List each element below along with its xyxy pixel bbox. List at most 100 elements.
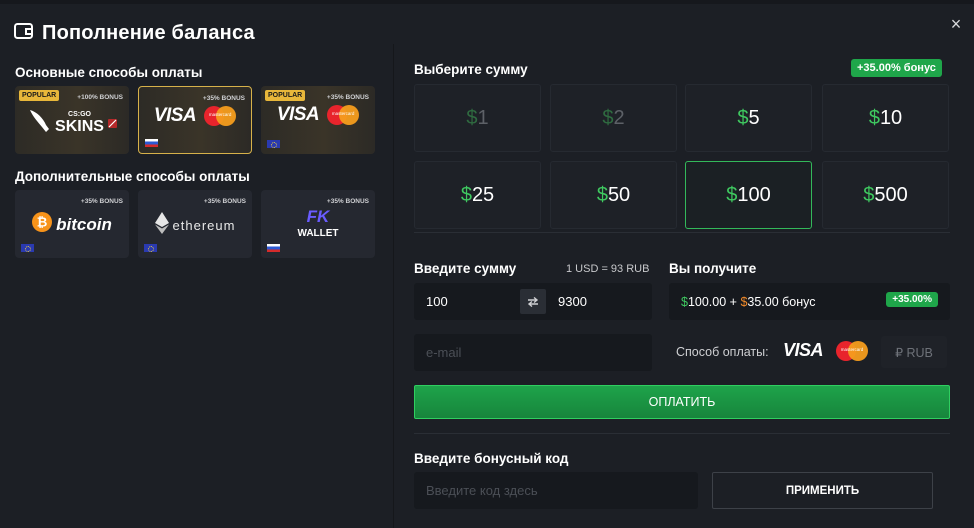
deposit-modal: Пополнение баланса × Основные способы оп… bbox=[0, 4, 974, 528]
amount-option-10[interactable]: $10 bbox=[822, 84, 949, 152]
amount-option-100[interactable]: $100 bbox=[685, 161, 812, 229]
eu-flag-icon bbox=[267, 140, 280, 148]
amount-currency: $ bbox=[737, 106, 749, 129]
eu-flag-icon bbox=[21, 244, 34, 252]
visa-logo: VISA bbox=[276, 104, 320, 125]
bonus-received: 35.00 bbox=[747, 294, 779, 309]
bitcoin-logo: ₿ bitcoin bbox=[15, 212, 129, 237]
popular-badge: POPULAR bbox=[265, 90, 306, 101]
usd-amount-input[interactable] bbox=[426, 294, 516, 309]
amount-value: 1 bbox=[477, 106, 489, 129]
promo-code-input[interactable] bbox=[426, 483, 698, 498]
enter-amount-label: Введите сумму bbox=[414, 261, 517, 276]
amount-value: 10 bbox=[879, 106, 903, 129]
amount-option-1[interactable]: $1 bbox=[414, 84, 541, 152]
modal-title: Пополнение баланса bbox=[42, 22, 255, 44]
modal-header: Пополнение баланса bbox=[14, 22, 255, 45]
bonus-label: +35% BONUS bbox=[202, 95, 245, 102]
card-logos: VISA mastercard bbox=[139, 105, 251, 127]
payment-method-label: Способ оплаты: bbox=[676, 345, 769, 359]
email-field[interactable] bbox=[426, 345, 652, 360]
amount-value: 25 bbox=[471, 183, 495, 206]
russia-flag-icon bbox=[145, 139, 158, 147]
skins-text: SKINS bbox=[55, 118, 104, 135]
close-icon[interactable]: × bbox=[946, 14, 966, 34]
bonus-label: +35% BONUS bbox=[326, 198, 369, 205]
apply-button[interactable]: ПРИМЕНИТЬ bbox=[712, 472, 933, 509]
payment-method-fkwallet[interactable]: +35% BONUS FK WALLET bbox=[261, 190, 375, 258]
eu-flag-icon bbox=[144, 244, 157, 252]
payment-method-visa-ru[interactable]: +35% BONUS VISA mastercard bbox=[138, 86, 252, 154]
ethereum-icon bbox=[154, 212, 169, 239]
bonus-label: +35% BONUS bbox=[326, 94, 369, 101]
rub-amount-input[interactable] bbox=[558, 294, 638, 309]
receive-summary: $100.00 + $35.00 бонус +35.00% bbox=[669, 283, 950, 320]
amount-currency: $ bbox=[868, 106, 880, 129]
bonus-percent-badge: +35.00% бонус bbox=[851, 59, 942, 77]
method-visa-logo: VISA bbox=[783, 340, 824, 360]
amount-value: 100 bbox=[737, 183, 771, 206]
currency-select[interactable]: ₽ RUB bbox=[881, 336, 947, 368]
russia-flag-icon bbox=[267, 244, 280, 252]
amount-value: 5 bbox=[748, 106, 760, 129]
column-divider bbox=[393, 44, 394, 528]
csgo-text: CS:GO bbox=[68, 111, 91, 118]
card-logos: VISA mastercard bbox=[261, 104, 375, 126]
amount-currency: $ bbox=[726, 183, 738, 206]
usd-received: 100.00 bbox=[687, 294, 727, 309]
bonus-word: бонус bbox=[778, 294, 816, 309]
divider bbox=[414, 232, 950, 233]
email-field-wrap bbox=[414, 334, 652, 371]
choose-amount-label: Выберите сумму bbox=[414, 62, 528, 77]
amount-currency: $ bbox=[602, 106, 614, 129]
divider bbox=[414, 433, 950, 434]
extra-methods-label: Дополнительные способы оплаты bbox=[15, 169, 250, 184]
swap-icon[interactable] bbox=[520, 289, 546, 314]
receive-label: Вы получите bbox=[669, 261, 757, 276]
method-mastercard-icon: mastercard bbox=[836, 341, 868, 361]
amount-value: 500 bbox=[874, 183, 908, 206]
fkwallet-logo: FK WALLET bbox=[261, 207, 375, 239]
popular-badge: POPULAR bbox=[19, 90, 60, 101]
plus-sign: + bbox=[726, 294, 741, 309]
ethereum-logo: ethereum bbox=[138, 212, 252, 239]
receive-bonus-badge: +35.00% bbox=[886, 292, 938, 307]
payment-method-bitcoin[interactable]: +35% BONUS ₿ bitcoin bbox=[15, 190, 129, 258]
payment-method-skins[interactable]: POPULAR +100% BONUS CS:GO SKINS bbox=[15, 86, 129, 154]
bitcoin-text: bitcoin bbox=[56, 214, 112, 234]
bitcoin-icon: ₿ bbox=[32, 212, 53, 237]
bonus-label: +35% BONUS bbox=[80, 198, 123, 205]
svg-text:₿: ₿ bbox=[37, 215, 48, 230]
amount-value: 50 bbox=[607, 183, 631, 206]
amount-currency: $ bbox=[863, 183, 875, 206]
ethereum-text: ethereum bbox=[172, 218, 236, 233]
knife-icon bbox=[27, 108, 51, 139]
amount-option-50[interactable]: $50 bbox=[550, 161, 677, 229]
amount-option-2[interactable]: $2 bbox=[550, 84, 677, 152]
mastercard-icon: mastercard bbox=[327, 105, 360, 125]
wallet-icon bbox=[14, 22, 34, 45]
amount-fields bbox=[414, 283, 652, 320]
payment-method-ethereum[interactable]: +35% BONUS ethereum bbox=[138, 190, 252, 258]
fk-text: FK bbox=[306, 207, 330, 226]
amount-currency: $ bbox=[596, 183, 608, 206]
usd-currency: $ bbox=[681, 294, 688, 309]
payment-method-visa-eu[interactable]: POPULAR +35% BONUS VISA mastercard bbox=[261, 86, 375, 154]
amount-currency: $ bbox=[466, 106, 478, 129]
bonus-currency: $ bbox=[740, 294, 748, 309]
wallet-text: WALLET bbox=[297, 228, 339, 239]
dota-icon bbox=[107, 115, 117, 133]
mastercard-icon: mastercard bbox=[204, 106, 237, 126]
amount-value: 2 bbox=[613, 106, 625, 129]
promo-field-wrap bbox=[414, 472, 698, 509]
visa-logo: VISA bbox=[153, 105, 197, 126]
exchange-rate: 1 USD = 93 RUB bbox=[566, 263, 650, 275]
amount-option-25[interactable]: $25 bbox=[414, 161, 541, 229]
bonus-label: +35% BONUS bbox=[203, 198, 246, 205]
main-methods-label: Основные способы оплаты bbox=[15, 65, 203, 80]
amount-option-500[interactable]: $500 bbox=[822, 161, 949, 229]
skins-logo: CS:GO SKINS bbox=[15, 108, 129, 139]
promo-label: Введите бонусный код bbox=[414, 451, 569, 466]
pay-button[interactable]: ОПЛАТИТЬ bbox=[414, 385, 950, 419]
amount-option-5[interactable]: $5 bbox=[685, 84, 812, 152]
